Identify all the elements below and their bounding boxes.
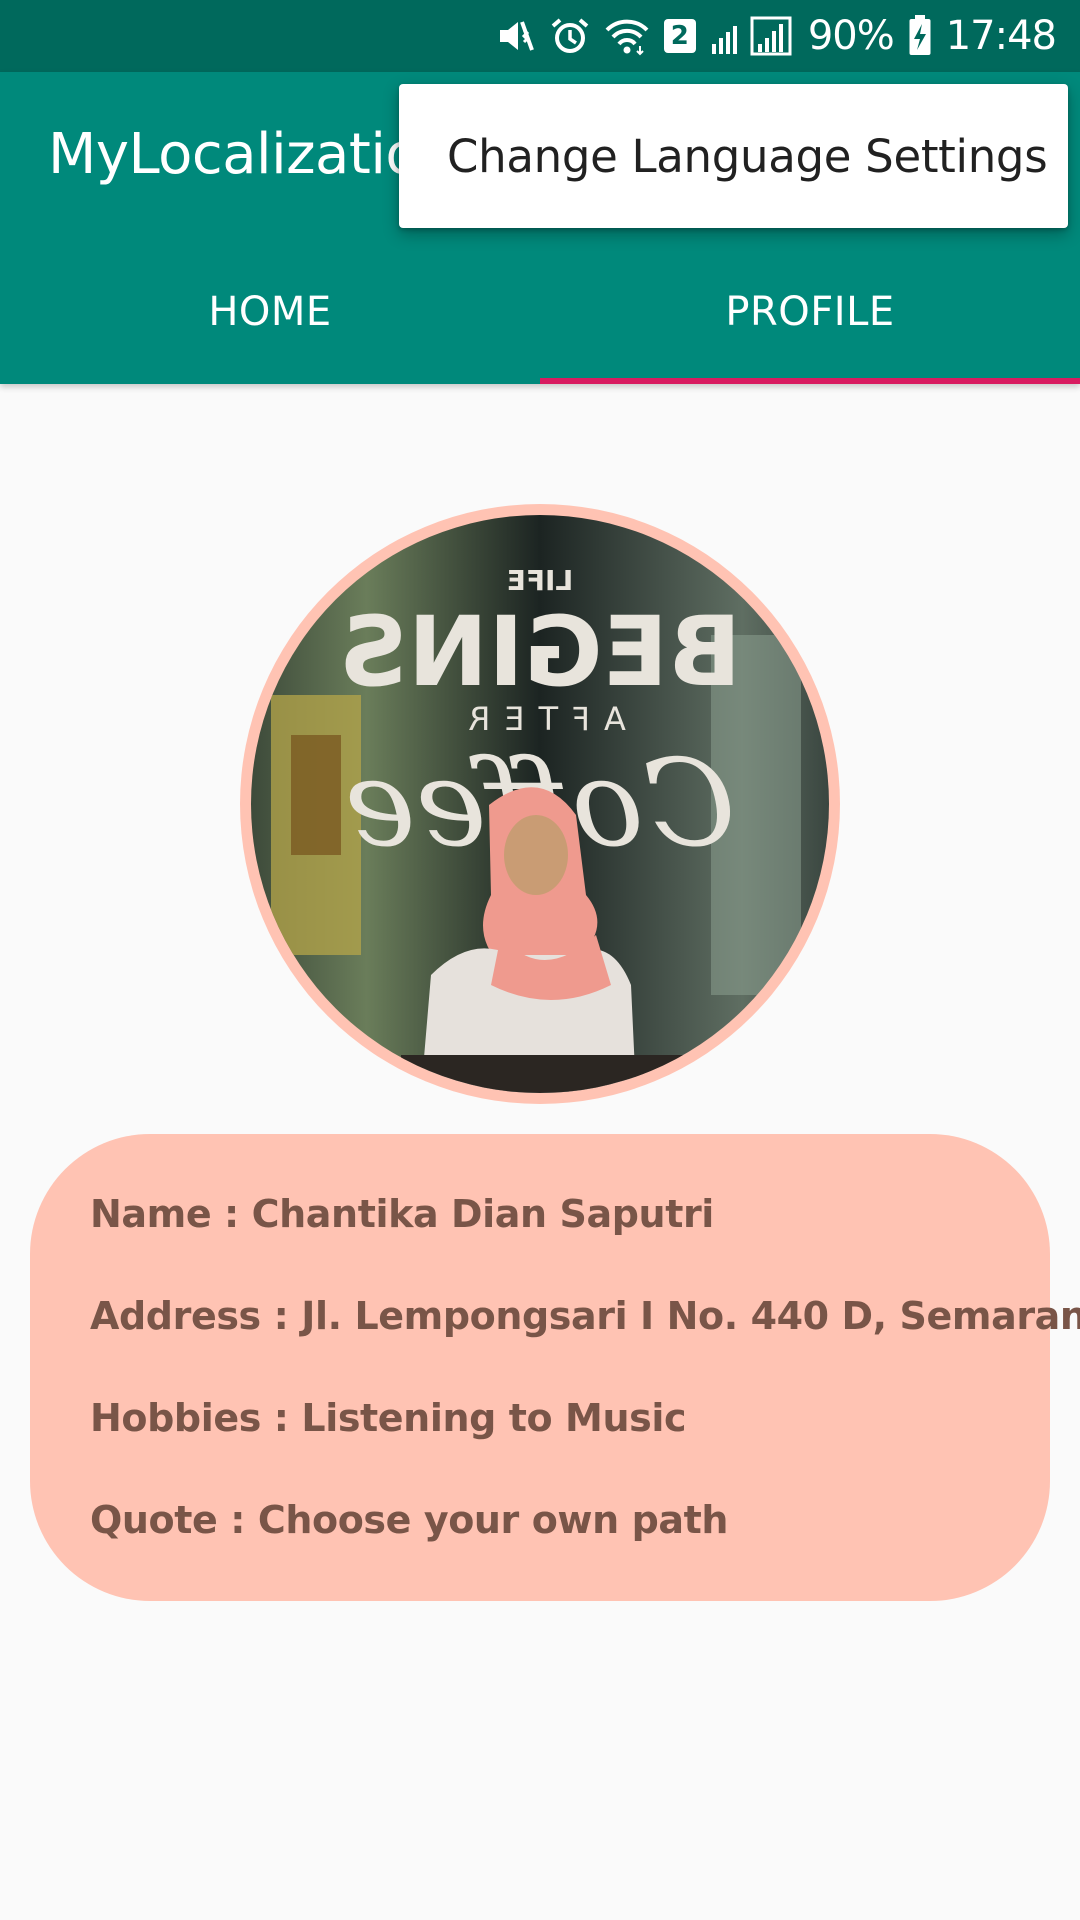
profile-name: Name : Chantika Dian Saputri (90, 1192, 714, 1236)
tab-home[interactable]: HOME (0, 240, 540, 384)
svg-text:BEGINS: BEGINS (339, 596, 742, 708)
tab-profile[interactable]: PROFILE (540, 240, 1080, 384)
profile-hobbies: Hobbies : Listening to Music (90, 1396, 687, 1440)
battery-percent: 90% (807, 13, 895, 59)
signal-icon (710, 16, 794, 56)
profile-info-card: Name : Chantika Dian Saputri Address : J… (30, 1134, 1080, 1601)
status-bar: 2 90% 17:48 (0, 0, 1080, 72)
tab-bar: HOME PROFILE (0, 240, 1080, 384)
profile-screen: 2 90% 17:48 MyLocalization HOME PROFILE … (0, 0, 1080, 1920)
alarm-icon (550, 16, 590, 56)
profile-address: Address : Jl. Lempongsari I No. 440 D, S… (90, 1294, 1080, 1338)
clock: 17:48 (945, 13, 1057, 59)
profile-quote: Quote : Choose your own path (90, 1498, 729, 1542)
profile-photo-frame: LIFE BEGINS AFTER Coffee (240, 504, 840, 1104)
mute-icon (496, 16, 536, 56)
overflow-menu: Change Language Settings (399, 84, 1068, 228)
menu-item-change-language[interactable]: Change Language Settings (447, 130, 1048, 183)
tab-indicator (540, 378, 1080, 384)
status-icons: 2 90% 17:48 (496, 0, 1057, 72)
svg-text:AFTER: AFTER (454, 700, 626, 738)
battery-charging-icon (908, 15, 932, 57)
app-title: MyLocalization (48, 122, 455, 187)
svg-text:LIFE: LIFE (507, 564, 574, 597)
sim-icon: 2 (663, 19, 696, 53)
wifi-icon (604, 16, 650, 56)
profile-photo: LIFE BEGINS AFTER Coffee (251, 515, 829, 1093)
